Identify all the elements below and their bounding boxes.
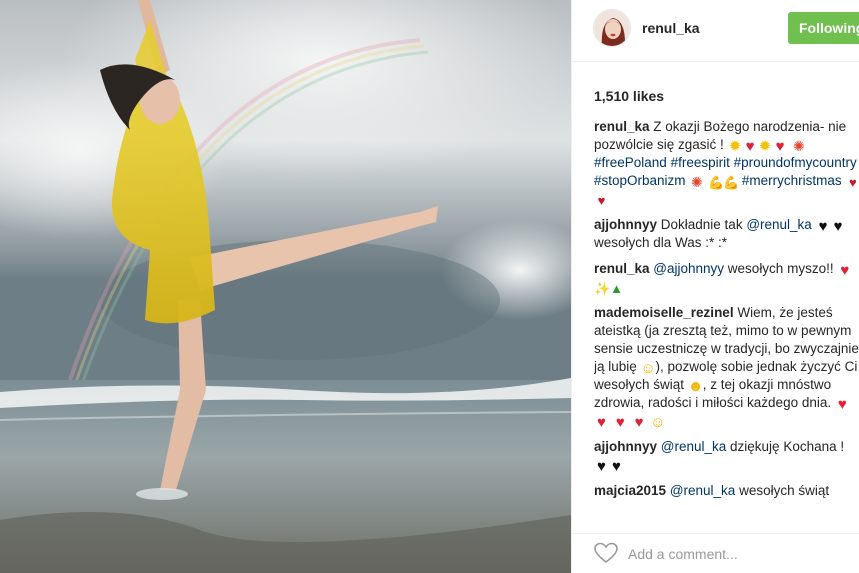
collision-emoji-icon: ✺: [690, 174, 703, 190]
heart-emoji-icon: ♥: [615, 414, 625, 431]
mention-link[interactable]: @ajjohnnyy: [653, 261, 724, 276]
comment-text: wesołych świąt: [735, 483, 830, 498]
black-heart-emoji-icon: ♥: [612, 458, 621, 475]
comment-author[interactable]: ajjohnnyy: [594, 217, 657, 232]
comment-author[interactable]: ajjohnnyy: [594, 439, 657, 454]
heart-emoji-icon: ♥: [745, 138, 755, 155]
comment-caption: renul_ka Z okazji Bożego narodzenia- nie…: [594, 118, 859, 208]
black-heart-emoji-icon: ♥: [833, 218, 843, 235]
following-button[interactable]: Following: [788, 12, 859, 44]
hashtag-link[interactable]: #proundofmycountry: [734, 155, 857, 170]
hashtag-link[interactable]: #freePoland: [594, 155, 667, 170]
mention-link[interactable]: @renul_ka: [670, 483, 736, 498]
heart-emoji-icon: ♥: [597, 414, 606, 431]
hashtag-link[interactable]: #freespirit: [671, 155, 730, 170]
mention-link[interactable]: @renul_ka: [746, 217, 812, 232]
add-comment-input[interactable]: [628, 543, 828, 565]
heart-emoji-icon: ♥: [840, 262, 850, 279]
beach-photo-illustration: [0, 0, 571, 573]
comment-author[interactable]: mademoiselle_rezinel: [594, 305, 734, 320]
heart-outline-icon[interactable]: [594, 542, 618, 564]
avatar[interactable]: [593, 9, 631, 47]
sun-emoji-icon: ✹: [728, 138, 742, 155]
comment-item: renul_ka @ajjohnnyy wesołych myszo!! ♥ ✨…: [594, 260, 859, 296]
mention-link[interactable]: @renul_ka: [661, 439, 727, 454]
grinning-face-emoji-icon: ☻: [687, 378, 704, 395]
flexed-biceps-emoji-icon: 💪: [723, 175, 740, 190]
heart-emoji-icon: ♥: [837, 396, 847, 413]
black-heart-emoji-icon: ♥: [597, 458, 606, 475]
comment-text: wesołych dla Was :* :*: [594, 235, 728, 250]
kiss-lips-emoji-icon: ♥: [849, 175, 857, 190]
comment-text: dziękuję Kochana !: [726, 439, 845, 454]
collision-emoji-icon: ✺: [792, 138, 805, 154]
flexed-biceps-emoji-icon: 💪: [708, 175, 725, 190]
comment-author[interactable]: renul_ka: [594, 119, 650, 134]
comments-list: renul_ka Z okazji Bożego narodzenia- nie…: [594, 118, 859, 528]
comment-item: ajjohnnyy @renul_ka dziękuję Kochana ! ♥…: [594, 438, 859, 474]
post-header: renul_ka Following: [572, 0, 859, 62]
sparkles-emoji-icon: ✨: [594, 281, 611, 296]
avatar-image: [594, 10, 630, 46]
smiling-face-emoji-icon: ☺: [650, 414, 666, 431]
post-photo[interactable]: [0, 0, 571, 573]
comment-text: wesołych myszo!!: [724, 261, 834, 276]
post-details-panel: renul_ka Following 1,510 likes renul_ka …: [571, 0, 859, 573]
smiling-face-emoji-icon: ☺: [640, 360, 656, 377]
christmas-tree-emoji-icon: ▲: [610, 281, 623, 296]
comment-bar: [572, 533, 859, 573]
comment-item: ajjohnnyy Dokładnie tak @renul_ka ♥ ♥ wes…: [594, 216, 859, 252]
likes-count[interactable]: 1,510 likes: [594, 88, 664, 104]
comment-author[interactable]: renul_ka: [594, 261, 650, 276]
sun-emoji-icon: ✹: [758, 138, 772, 155]
comment-text: Dokładnie tak: [657, 217, 747, 232]
heart-emoji-icon: ♥: [634, 414, 644, 431]
black-heart-emoji-icon: ♥: [818, 218, 828, 235]
heart-emoji-icon: ♥: [775, 138, 785, 155]
post-author-username[interactable]: renul_ka: [642, 20, 700, 36]
comment-item: majcia2015 @renul_ka wesołych świąt: [594, 482, 859, 500]
kiss-lips-emoji-icon: ♥: [597, 193, 606, 208]
comment-author[interactable]: majcia2015: [594, 483, 666, 498]
hashtag-link[interactable]: #merrychristmas: [742, 173, 842, 188]
comment-item: mademoiselle_rezinel Wiem, że jesteś ate…: [594, 304, 859, 430]
hashtag-link[interactable]: #stopOrbanizm: [594, 173, 686, 188]
